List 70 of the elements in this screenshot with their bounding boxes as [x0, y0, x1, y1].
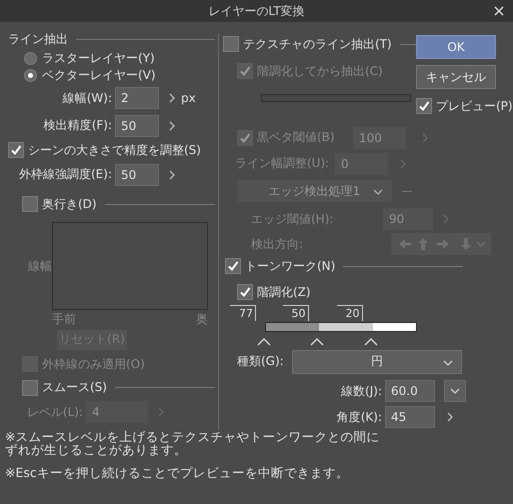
checkbox-label: 黒ベタ閾値(B) — [257, 129, 336, 146]
checkbox-label: 奥行き(D) — [42, 196, 97, 213]
chevron-right-icon[interactable] — [169, 93, 175, 104]
tone-type-dropdown[interactable]: 円 — [292, 350, 462, 374]
axis-label: 手前 — [52, 311, 76, 328]
chevron-right-icon[interactable] — [447, 412, 453, 422]
checkbox-label: 外枠線のみ適用(O) — [42, 356, 145, 373]
field-label: エッジ閾値(H): — [251, 210, 334, 228]
input-field[interactable]: 90 — [383, 208, 433, 230]
window-title: レイヤーのLT変換 — [208, 2, 305, 20]
input-field[interactable]: 4 — [86, 401, 148, 424]
stop-value: 77 — [230, 304, 256, 321]
input-field[interactable]: 45 — [385, 406, 435, 428]
checkbox[interactable] — [237, 130, 253, 146]
field-label: 線幅(W): — [62, 90, 113, 107]
radio-button[interactable] — [24, 69, 37, 82]
stop-value: 50 — [282, 304, 308, 321]
axis-label: 線幅 — [27, 258, 52, 275]
chevron-right-icon[interactable] — [169, 170, 175, 180]
checkbox[interactable] — [223, 36, 239, 52]
tone-bar[interactable] — [265, 322, 417, 332]
dropdown-button[interactable] — [444, 380, 466, 402]
checkbox[interactable] — [22, 196, 38, 212]
checkbox-label: シーンの大きさで精度を調整(S) — [28, 142, 201, 159]
slider-handle-icon[interactable] — [257, 338, 271, 346]
input-field[interactable]: 2 — [115, 87, 159, 110]
input-field[interactable]: 100 — [353, 126, 406, 149]
checkbox-label: トーンワーク(N) — [245, 258, 336, 275]
field-label: 検出精度(F): — [42, 117, 113, 134]
note-text: ※スムースレベルを上げるとテクスチャやトーンワークとの間にずれが生じることがあります。 — [5, 430, 380, 456]
axis-label: 奥 — [196, 311, 208, 328]
field-label: ライン幅調整(U): — [235, 155, 330, 172]
cancel-button[interactable]: キャンセル — [416, 65, 496, 89]
caret-down-icon — [450, 388, 460, 394]
slider-handle-icon[interactable] — [364, 338, 378, 346]
slider-handle-icon[interactable] — [310, 338, 324, 346]
note-text: ※Escキーを押し続けることでプレビューを中断できます。 — [5, 466, 350, 479]
radio-button[interactable] — [24, 52, 37, 65]
field-label: 線数(J): — [340, 382, 383, 400]
input-field[interactable]: 50 — [115, 114, 159, 137]
checkbox-label: 階調化(Z) — [257, 284, 311, 301]
checkbox-label: プレビュー(P) — [436, 98, 513, 114]
field-label: レベル(L): — [26, 404, 84, 421]
field-label: 外枠線強調度(E): — [18, 166, 113, 184]
checkbox-label: テクスチャのライン抽出(T) — [243, 36, 392, 52]
stop-value: 20 — [336, 304, 362, 321]
caret-down-icon — [373, 189, 383, 196]
input-field[interactable]: 60.0 — [385, 380, 435, 402]
checkbox[interactable] — [8, 142, 24, 158]
checkbox-label: スムース(S) — [42, 379, 107, 396]
unit-label: px — [181, 91, 196, 106]
checkbox[interactable] — [237, 284, 253, 300]
checkbox-label: 階調化してから抽出(C) — [257, 62, 383, 80]
field-label: 種類(G): — [237, 353, 285, 370]
caret-down-icon — [443, 360, 453, 366]
checkbox[interactable] — [237, 63, 253, 79]
edge-mode-dropdown[interactable]: エッジ検出処理1 — [237, 180, 392, 202]
chevron-right-icon[interactable] — [169, 120, 175, 131]
section-title: ライン抽出 — [8, 31, 68, 48]
checkbox[interactable] — [22, 380, 38, 396]
ok-button[interactable]: OK — [416, 35, 496, 59]
checkbox[interactable] — [416, 98, 432, 114]
radio-label: ラスターレイヤー(Y) — [42, 50, 155, 67]
close-icon[interactable] — [494, 6, 504, 16]
checkbox[interactable] — [225, 258, 241, 274]
input-field[interactable]: 50 — [115, 164, 159, 186]
input-field[interactable]: 0 — [335, 152, 388, 175]
radio-label: ベクターレイヤー(V) — [42, 67, 156, 84]
field-label: 角度(K): — [336, 408, 383, 426]
field-label: 検出方向: — [251, 236, 304, 253]
